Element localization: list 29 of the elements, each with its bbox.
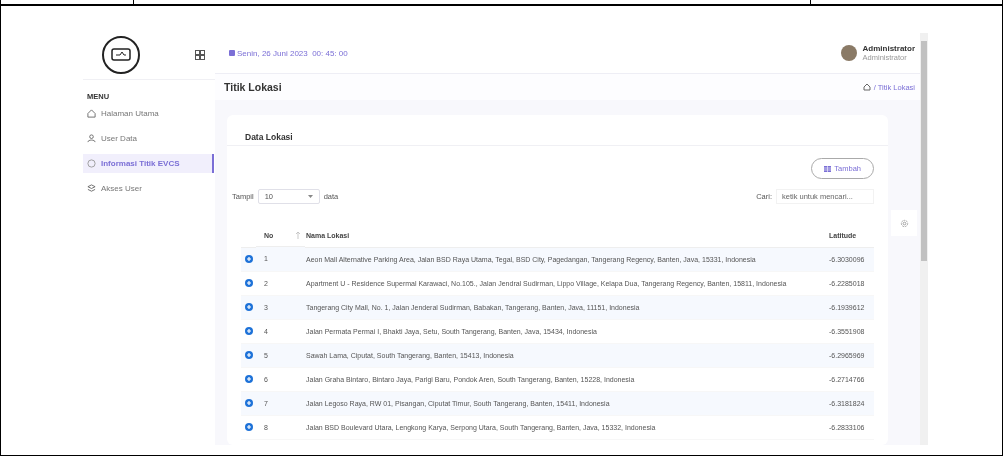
expand-icon[interactable] [245, 398, 253, 407]
table-icon [824, 165, 832, 172]
expand-icon[interactable] [245, 326, 253, 335]
user-name[interactable]: Administrator [862, 44, 915, 53]
calendar-icon [229, 50, 235, 56]
scrollbar[interactable] [920, 33, 928, 445]
expand-icon[interactable] [245, 302, 253, 311]
avatar[interactable] [840, 45, 857, 61]
scrollbar-thumb[interactable] [921, 41, 927, 261]
menu-item[interactable]: Halaman Utama [83, 104, 215, 123]
user-icon [87, 134, 96, 143]
home-icon[interactable] [862, 83, 871, 91]
caret-icon [307, 194, 313, 199]
layers-icon [87, 184, 96, 193]
home-icon [87, 109, 96, 118]
menu-item[interactable]: Informasi Titik EVCS [83, 154, 214, 173]
expand-icon[interactable] [245, 254, 253, 263]
expand-icon[interactable] [245, 374, 253, 383]
card-title: Data Lokasi [227, 115, 888, 146]
expand-icon[interactable] [245, 350, 253, 359]
grid-icon[interactable] [195, 50, 205, 60]
page-title: Titik Lokasi [224, 81, 282, 93]
expand-icon[interactable] [245, 278, 253, 287]
menu-item[interactable]: Akses User [83, 179, 215, 198]
date-label: Senin, 26 Juni 2023 00: 45: 00 [237, 48, 348, 58]
expand-icon[interactable] [245, 422, 253, 431]
settings-icon [899, 218, 909, 228]
menu-item[interactable]: User Data [83, 129, 215, 148]
circle-icon [87, 159, 96, 168]
